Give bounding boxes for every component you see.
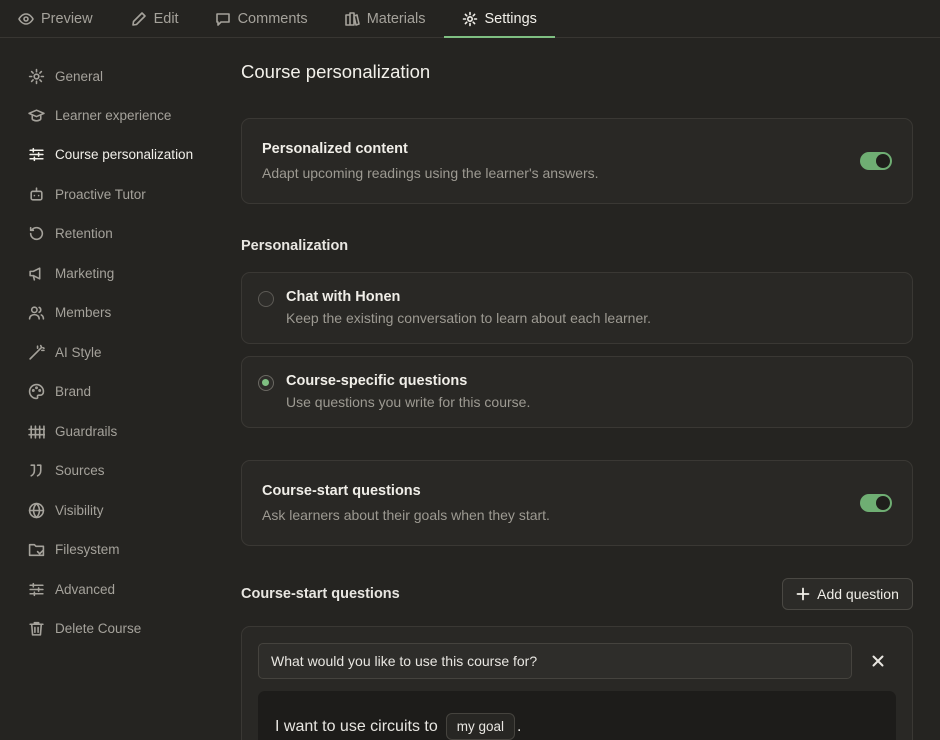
course-start-questions-label: Course-start questions: [241, 586, 400, 602]
course-start-questions-toggle[interactable]: [860, 494, 892, 512]
tab-preview[interactable]: Preview: [0, 0, 111, 37]
globe-icon: [28, 502, 45, 518]
sidebar-item-retention[interactable]: Retention: [28, 223, 113, 243]
option-course-specific-questions[interactable]: Course-specific questions Use questions …: [241, 356, 913, 428]
question-input[interactable]: [258, 643, 852, 679]
sidebar-item-label: Brand: [55, 383, 92, 399]
eye-icon: [18, 12, 34, 25]
tab-settings[interactable]: Settings: [443, 0, 556, 38]
sidebar-item-label: Course personalization: [55, 146, 194, 162]
megaphone-icon: [29, 266, 41, 281]
sidebar-item-label: Guardrails: [55, 423, 118, 439]
sidebar-item-label: Retention: [55, 225, 113, 241]
preview-sentence: I want to use circuits to my goal .: [275, 713, 521, 740]
graduation-cap-icon: [28, 108, 45, 122]
tab-label: Preview: [41, 10, 93, 27]
tab-label: Materials: [366, 10, 426, 27]
card-title: Course-start questions: [262, 483, 421, 499]
users-icon: [28, 305, 45, 320]
rotate-icon: [29, 226, 44, 240]
preview-prefix: I want to use circuits to: [275, 717, 438, 735]
materials-icon: [344, 11, 360, 26]
sidebar-item-label: General: [55, 68, 104, 84]
fence-icon: [28, 424, 45, 439]
sidebar-item-label: Advanced: [55, 581, 116, 597]
plus-icon: [796, 587, 810, 601]
pencil-icon: [131, 11, 146, 26]
sidebar-item-general[interactable]: General: [28, 66, 103, 86]
option-chat-with-honen[interactable]: Chat with Honen Keep the existing conver…: [241, 272, 913, 344]
card-title: Personalized content: [262, 141, 408, 157]
add-question-button[interactable]: Add question: [782, 578, 913, 610]
sidebar-item-learner-experience[interactable]: Learner experience: [28, 105, 171, 125]
tab-materials[interactable]: Materials: [326, 0, 444, 37]
trash-icon: [29, 621, 44, 636]
option-description: Keep the existing conversation to learn …: [286, 310, 652, 326]
sidebar-item-label: Filesystem: [55, 541, 120, 557]
tab-comments[interactable]: Comments: [197, 0, 326, 37]
question-preview: I want to use circuits to my goal .: [258, 691, 896, 740]
sidebar-item-ai-style[interactable]: AI Style: [28, 342, 102, 362]
sidebar-item-filesystem[interactable]: Filesystem: [28, 539, 120, 559]
toggle-knob: [876, 154, 890, 168]
tab-label: Comments: [237, 10, 308, 27]
sidebar-item-advanced[interactable]: Advanced: [28, 579, 115, 599]
remove-question-button[interactable]: [868, 651, 888, 671]
course-start-questions-card: Course-start questions Ask learners abou…: [241, 460, 913, 546]
sidebar-item-label: Proactive Tutor: [55, 186, 146, 202]
toggle-knob: [876, 496, 890, 510]
sliders-icon: [29, 147, 44, 161]
card-description: Ask learners about their goals when they…: [262, 507, 550, 523]
sidebar-item-guardrails[interactable]: Guardrails: [28, 421, 117, 441]
option-description: Use questions you write for this course.: [286, 394, 531, 410]
sliders-icon: [29, 582, 44, 596]
sidebar-item-label: Delete Course: [55, 620, 142, 636]
sidebar-item-marketing[interactable]: Marketing: [28, 263, 114, 283]
sidebar-item-proactive-tutor[interactable]: Proactive Tutor: [28, 184, 146, 204]
personalization-section-label: Personalization: [241, 238, 349, 254]
tab-edit[interactable]: Edit: [111, 0, 197, 37]
sidebar-item-label: AI Style: [55, 344, 102, 360]
add-question-label: Add question: [817, 586, 899, 602]
magic-wand-icon: [29, 344, 45, 360]
gear-icon: [28, 68, 45, 84]
gear-icon: [462, 11, 477, 26]
sidebar-item-brand[interactable]: Brand: [28, 381, 91, 401]
folder-icon: [28, 543, 45, 556]
personalized-content-toggle[interactable]: [860, 152, 892, 170]
sidebar-item-label: Members: [55, 304, 112, 320]
question-card: I want to use circuits to my goal .: [241, 626, 913, 740]
sidebar-item-label: Sources: [55, 462, 105, 478]
sidebar-item-delete-course[interactable]: Delete Course: [28, 618, 141, 638]
sidebar-item-course-personalization[interactable]: Course personalization: [28, 144, 193, 164]
radio-course-specific-questions[interactable]: [258, 375, 274, 391]
sidebar-item-visibility[interactable]: Visibility: [28, 500, 104, 520]
personalized-content-card: Personalized content Adapt upcoming read…: [241, 118, 913, 204]
tab-label: Edit: [153, 10, 179, 27]
page-title: Course personalization: [241, 61, 431, 82]
sidebar-item-label: Visibility: [55, 502, 104, 518]
sidebar-item-members[interactable]: Members: [28, 302, 111, 322]
sidebar-item-label: Learner experience: [55, 107, 172, 123]
quote-icon: [30, 463, 42, 477]
robot-icon: [30, 186, 43, 201]
preview-goal-chip[interactable]: my goal: [445, 713, 516, 740]
option-title: Course-specific questions: [286, 373, 468, 389]
sidebar-item-sources[interactable]: Sources: [28, 460, 105, 480]
close-icon: [872, 655, 884, 667]
card-description: Adapt upcoming readings using the learne…: [262, 165, 599, 181]
option-title: Chat with Honen: [286, 289, 401, 305]
radio-chat-with-honen[interactable]: [258, 291, 274, 307]
palette-icon: [28, 383, 45, 399]
tab-label: Settings: [484, 10, 537, 27]
top-tab-bar: Preview Edit Comments Materials Settings: [0, 0, 940, 38]
preview-suffix: .: [517, 717, 522, 735]
sidebar-item-label: Marketing: [55, 265, 115, 281]
comment-icon: [215, 12, 230, 26]
